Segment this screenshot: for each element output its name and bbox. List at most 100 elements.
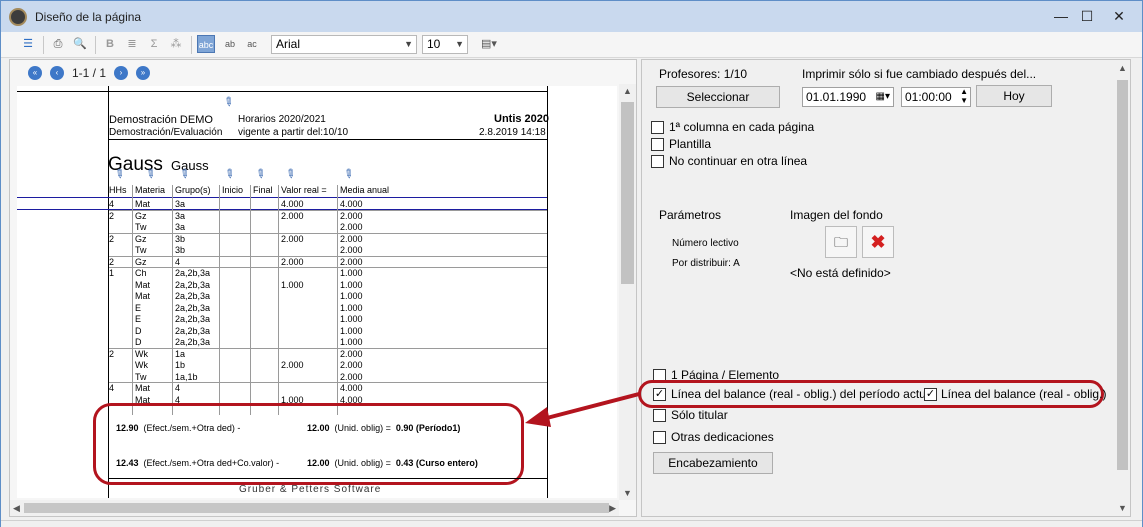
- table-cell: Ch: [135, 268, 147, 278]
- scroll-up-icon[interactable]: ▲: [1118, 63, 1127, 73]
- table-cell: 2.000: [340, 210, 363, 221]
- table-cell: 4: [109, 383, 115, 393]
- parameter-item[interactable]: Número lectivo: [672, 238, 768, 249]
- select-button[interactable]: Seleccionar: [656, 86, 780, 108]
- scroll-left-icon[interactable]: ◀: [13, 503, 20, 514]
- scroll-up-icon[interactable]: ▲: [623, 86, 632, 96]
- format-icon[interactable]: ⁂: [167, 35, 185, 53]
- chevron-down-icon: ▼: [455, 39, 464, 49]
- template-checkbox[interactable]: [651, 138, 664, 151]
- print-icon[interactable]: ⎙: [49, 35, 67, 53]
- no-continue-checkbox[interactable]: [651, 155, 664, 168]
- paragraph-icon[interactable]: ▤▾: [475, 35, 503, 53]
- date-field[interactable]: 01.01.1990 ▦▾: [802, 87, 894, 107]
- open-folder-icon[interactable]: 🗀: [825, 226, 857, 258]
- group-divider: [109, 209, 547, 211]
- edit-pen-icon[interactable]: ✎: [282, 165, 302, 185]
- last-page-icon[interactable]: »: [136, 66, 150, 80]
- date-value: 01.01.1990: [806, 90, 867, 104]
- font-select[interactable]: Arial ▼: [271, 35, 417, 54]
- abc-rotated-icon[interactable]: ac: [243, 35, 261, 53]
- group-divider: [109, 232, 547, 234]
- print-preview-icon[interactable]: 🔍: [71, 35, 89, 53]
- group-divider: [109, 347, 547, 349]
- table-cell: Gz: [135, 256, 147, 267]
- font-value: Arial: [276, 37, 301, 51]
- footer-text: Gruber & Petters Software: [239, 484, 382, 495]
- table-cell: 2.000: [281, 210, 304, 221]
- column-header: Final: [253, 185, 273, 195]
- preview-vertical-scrollbar[interactable]: ▲ ▼: [619, 84, 636, 500]
- scroll-right-icon[interactable]: ▶: [609, 503, 616, 514]
- calendar-icon[interactable]: ▦▾: [876, 88, 890, 106]
- table-cell: E: [135, 302, 142, 313]
- preview-horizontal-scrollbar[interactable]: ◀ ▶: [10, 500, 619, 516]
- balance-checkbox[interactable]: ✓: [924, 388, 937, 401]
- first-page-icon[interactable]: «: [28, 66, 42, 80]
- delete-icon[interactable]: ✖: [862, 226, 894, 258]
- header-button[interactable]: Encabezamiento: [653, 452, 773, 474]
- time-spinner-icon[interactable]: ▲ ▼: [960, 87, 968, 105]
- close-button[interactable]: ✕: [1099, 3, 1139, 29]
- background-not-defined: <No está definido>: [790, 266, 891, 280]
- column-separator: [278, 185, 279, 415]
- scroll-thumb[interactable]: [24, 503, 609, 513]
- table-cell: 2.000: [340, 360, 363, 370]
- valid-from: vigente a partir del:10/10: [238, 127, 349, 138]
- first-column-checkbox[interactable]: [651, 121, 664, 134]
- other-dedications-checkbox[interactable]: [653, 431, 666, 444]
- abc-icon[interactable]: abc: [197, 35, 215, 53]
- table-cell: 2.000: [281, 233, 304, 244]
- scroll-thumb[interactable]: [1117, 80, 1128, 470]
- bold-icon[interactable]: B: [101, 35, 119, 53]
- list-icon[interactable]: ☰: [19, 35, 37, 53]
- table-cell: Tw: [135, 245, 147, 255]
- edit-pen-icon[interactable]: ✎: [252, 165, 272, 185]
- table-cell: 2.000: [281, 256, 304, 267]
- table-cell: 3a: [175, 210, 186, 221]
- table-cell: 4.000: [281, 199, 304, 209]
- scroll-down-icon[interactable]: ▼: [1118, 503, 1127, 513]
- abc-vertical-icon[interactable]: ab: [221, 35, 239, 53]
- balance-current-checkbox[interactable]: ✓: [653, 388, 666, 401]
- table-cell: Wk: [135, 360, 148, 370]
- font-size-select[interactable]: 10 ▼: [422, 35, 468, 54]
- schedule-year: Horarios 2020/2021: [238, 114, 326, 125]
- table-cell: 2a,2b,3a: [175, 291, 211, 301]
- table-cell: Wk: [135, 348, 148, 359]
- scroll-thumb[interactable]: [621, 102, 634, 284]
- table-cell: 3b: [175, 233, 186, 244]
- edit-pen-icon[interactable]: ✎: [221, 165, 241, 185]
- table-cell: 1.000: [340, 279, 363, 290]
- scroll-down-icon[interactable]: ▼: [623, 488, 632, 498]
- balance-2-value: 12.43: [116, 458, 139, 468]
- next-page-icon[interactable]: ›: [114, 66, 128, 80]
- sum-icon[interactable]: Σ: [145, 35, 163, 53]
- school-subtitle: Demostración/Evaluación: [109, 127, 223, 138]
- table-cell: 2.000: [281, 360, 304, 370]
- time-value: 01:00:00: [905, 90, 952, 104]
- column-separator: [219, 185, 220, 415]
- today-button[interactable]: Hoy: [976, 85, 1052, 107]
- previous-page-icon[interactable]: ‹: [50, 66, 64, 80]
- table-cell: 1.000: [340, 314, 363, 324]
- table-cell: 1.000: [281, 279, 304, 290]
- parameters-label: Parámetros: [659, 208, 722, 222]
- only-title-checkbox[interactable]: [653, 409, 666, 422]
- preview-pane: « ‹ 1-1 / 1 › » ✎ Demostración DEMO Hora…: [9, 59, 637, 517]
- time-field[interactable]: 01:00:00 ▲ ▼: [901, 87, 971, 107]
- parameter-item[interactable]: Por distribuir: A: [672, 258, 768, 269]
- balance-1-result: 0.90 (Período1): [395, 423, 461, 433]
- table-cell: 2.000: [340, 222, 363, 232]
- align-icon[interactable]: ≣: [123, 35, 141, 53]
- settings-scrollbar[interactable]: ▲ ▼: [1115, 60, 1130, 516]
- edit-pen-icon[interactable]: ✎: [340, 165, 360, 185]
- callout-arrow: [525, 391, 644, 427]
- table-cell: 4: [175, 256, 181, 267]
- balance-2-unit: (Unid. oblig) =: [334, 458, 391, 468]
- table-cell: E: [135, 314, 142, 324]
- teachers-count: Profesores: 1/10: [659, 67, 748, 81]
- edit-pen-icon[interactable]: ✎: [220, 93, 240, 113]
- table-cell: 2: [109, 348, 115, 359]
- column-header: Materia: [135, 185, 166, 195]
